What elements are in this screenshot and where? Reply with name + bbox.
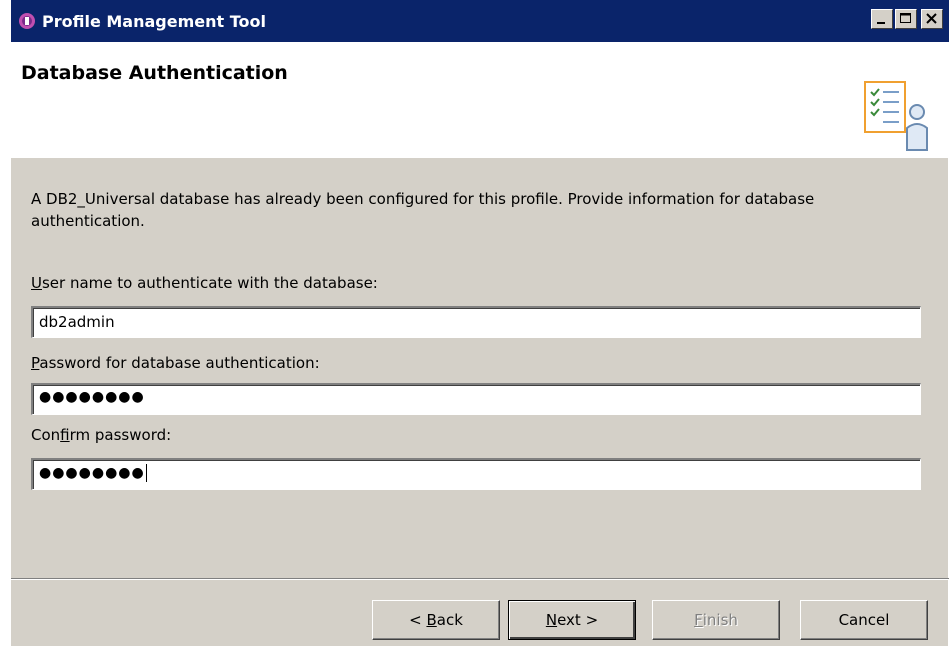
password-input[interactable]: ●●●●●●●●: [31, 383, 921, 415]
next-button[interactable]: Next >: [508, 600, 636, 640]
profile-management-window: Profile Management Tool Database Authent…: [10, 0, 949, 646]
cancel-button[interactable]: Cancel: [800, 600, 928, 640]
close-button[interactable]: [921, 9, 943, 29]
main-content: A DB2_Universal database has already bee…: [11, 158, 949, 578]
text-caret: [145, 464, 147, 482]
minimize-button[interactable]: [871, 9, 893, 29]
confirm-password-input[interactable]: ●●●●●●●●: [31, 458, 921, 490]
username-label: User name to authenticate with the datab…: [31, 274, 378, 292]
page-title: Database Authentication: [21, 62, 288, 84]
description-text: A DB2_Universal database has already bee…: [31, 190, 815, 230]
back-button[interactable]: < Back: [372, 600, 500, 640]
window-title: Profile Management Tool: [42, 11, 266, 31]
user-checklist-icon: [857, 72, 937, 156]
username-input[interactable]: db2admin: [31, 306, 921, 338]
confirm-password-label: Confirm password:: [31, 426, 172, 444]
finish-button[interactable]: Finish: [652, 600, 780, 640]
maximize-button[interactable]: [895, 9, 917, 29]
header-banner: Database Authentication: [11, 42, 949, 158]
password-label: Password for database authentication:: [31, 354, 320, 372]
title-bar[interactable]: Profile Management Tool: [11, 0, 949, 42]
profile-tool-icon: [17, 11, 37, 31]
